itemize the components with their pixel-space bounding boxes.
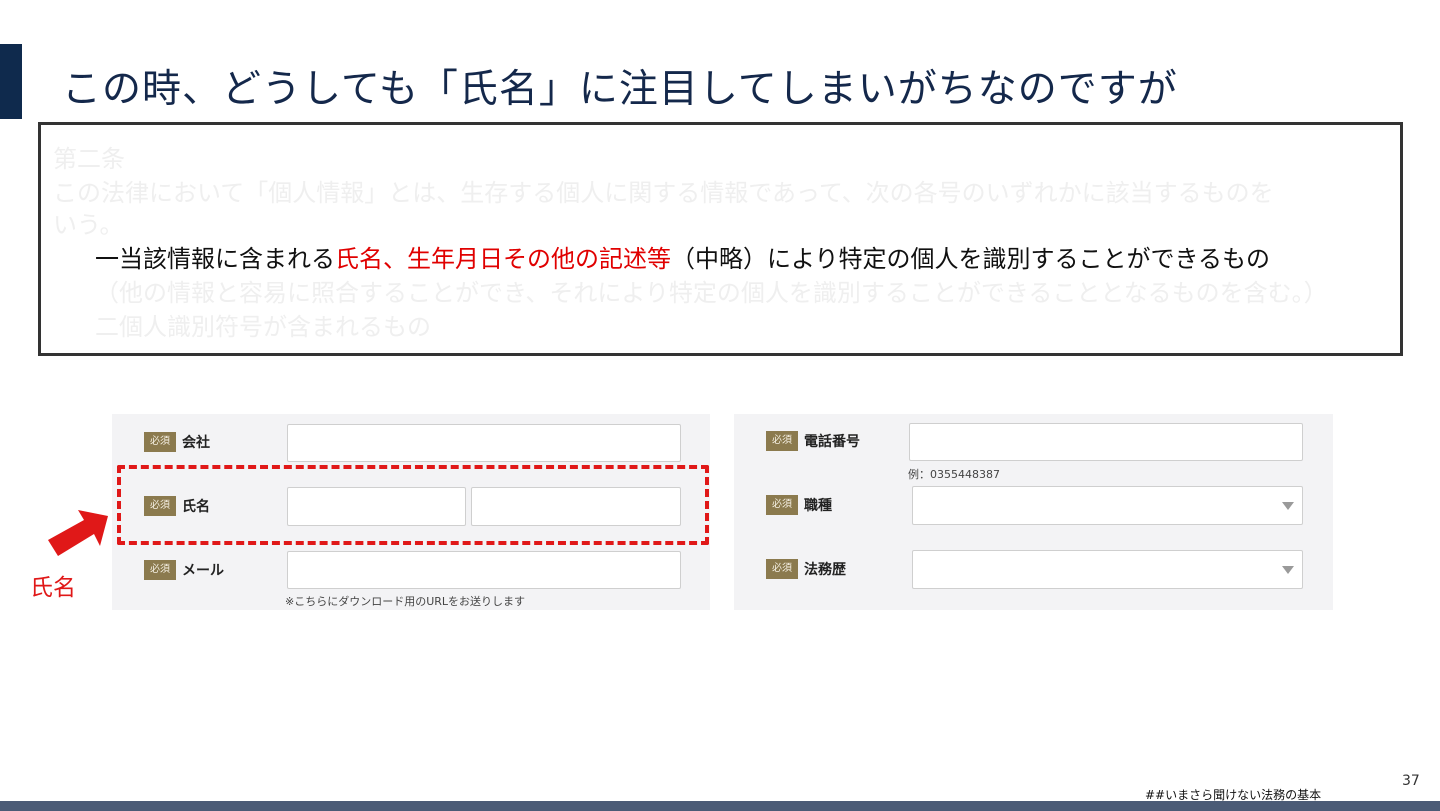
phone-hint: 例：0355448387 [908,468,1000,481]
law-item2: 二個人識別符号が含まれるもの [95,313,431,341]
required-badge: 必須 [766,559,798,579]
footer-bar [0,801,1440,811]
email-input[interactable] [287,551,681,589]
job-row-label: 必須 職種 [766,495,832,515]
name-highlight-dashed-box [117,465,709,545]
job-select[interactable] [912,486,1303,525]
company-label: 会社 [182,435,210,451]
law-item1-suffix: （中略）により特定の個人を識別することができるもの [671,245,1271,273]
form-panel-right: 必須 電話番号 例：0355448387 必須 職種 必須 法務歴 [734,414,1333,610]
chevron-down-icon [1282,566,1294,574]
title-accent-bar [0,44,22,119]
required-badge: 必須 [766,495,798,515]
legal-exp-row-label: 必須 法務歴 [766,559,846,579]
law-article: 第二条 [53,145,125,173]
phone-input[interactable] [909,423,1303,461]
required-badge: 必須 [144,560,176,580]
law-definition-line1: この法律において「個人情報」とは、生存する個人に関する情報であって、次の各号のい… [53,179,1274,207]
email-row-label: 必須 メール [144,560,224,580]
required-badge: 必須 [144,432,176,452]
law-definition-line2: いう。 [53,211,124,239]
phone-label: 電話番号 [804,434,860,450]
company-input[interactable] [287,424,681,462]
phone-row-label: 必須 電話番号 [766,431,860,451]
email-hint: ※こちらにダウンロード用のURLをお送りします [285,595,526,608]
law-item1: 一当該情報に含まれる氏名、生年月日その他の記述等（中略）により特定の個人を識別す… [95,243,1270,275]
required-badge: 必須 [766,431,798,451]
law-item1-highlight: 氏名、生年月日その他の記述等 [335,245,671,273]
legal-exp-select[interactable] [912,550,1303,589]
job-label: 職種 [804,498,832,514]
arrow-icon [48,510,108,556]
chevron-down-icon [1282,502,1294,510]
page-number: 37 [1402,773,1420,789]
law-quote-box: 第二条 この法律において「個人情報」とは、生存する個人に関する情報であって、次の… [38,122,1403,356]
company-row-label: 必須 会社 [144,432,210,452]
law-item1-paren: （他の情報と容易に照合することができ、それにより特定の個人を識別することができる… [95,279,1328,307]
legal-exp-label: 法務歴 [804,562,846,578]
law-item1-prefix: 一当該情報に含まれる [95,245,335,273]
slide-title: この時、どうしても「氏名」に注目してしまいがちなのですが [62,67,1178,112]
annotation-label: 氏名 [30,575,76,601]
email-label: メール [182,563,224,579]
